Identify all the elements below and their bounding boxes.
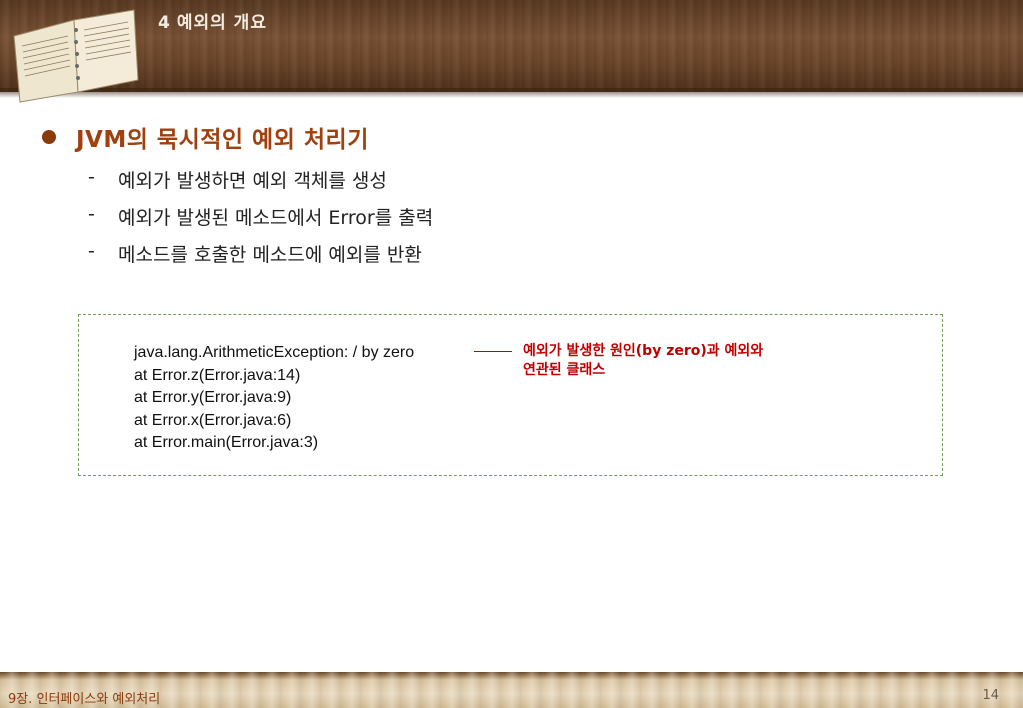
sub-item: - 예외가 발생하면 예외 객체를 생성: [88, 166, 387, 193]
dash-marker: -: [88, 240, 95, 262]
footer-chapter: 9장. 인터페이스와 예외처리: [8, 692, 161, 707]
open-book-icon: [13, 9, 139, 103]
sub-item: - 예외가 발생된 메소드에서 Error를 출력: [88, 203, 433, 230]
main-bullet: JVM의 묵시적인 예외 처리기: [42, 120, 369, 154]
dash-marker: -: [88, 166, 95, 188]
slide-section-title: 4 예외의 개요: [158, 8, 267, 33]
header-banner: [0, 0, 1023, 92]
sub-item: - 메소드를 호출한 메소드에 예외를 반환: [88, 240, 422, 267]
header-shadow: [0, 88, 1023, 98]
annotation-line: 연관된 클래스: [523, 362, 606, 378]
section-title-text: 예외의 개요: [176, 13, 267, 33]
sub-item-text: 메소드를 호출한 메소드에 예외를 반환: [118, 244, 422, 266]
stack-trace-line: at Error.z(Error.java:14): [134, 366, 301, 384]
stack-trace-line: java.lang.ArithmeticException: / by zero: [134, 344, 415, 361]
sub-item-text: 예외가 발생하면 예외 객체를 생성: [118, 170, 387, 192]
stack-trace-line: at Error.main(Error.java:3): [134, 434, 319, 451]
section-number: 4: [158, 13, 171, 33]
annotation-connector: [474, 351, 512, 352]
bullet-dot-icon: [42, 130, 56, 144]
annotation-note: 예외가 발생한 원인(by zero)과 예외와 연관된 클래스: [523, 342, 823, 380]
main-heading: JVM의 묵시적인 예외 처리기: [76, 127, 369, 153]
annotation-line: 예외가 발생한 원인(by zero)과 예외와: [523, 343, 764, 359]
stack-trace-line: at Error.x(Error.java:6): [134, 411, 292, 429]
page-number: 14: [982, 688, 999, 703]
stack-trace: java.lang.ArithmeticException: / by zero…: [134, 342, 414, 455]
dash-marker: -: [88, 203, 95, 225]
stack-trace-line: at Error.y(Error.java:9): [134, 389, 292, 406]
sub-item-text: 예외가 발생된 메소드에서 Error를 출력: [118, 207, 434, 229]
